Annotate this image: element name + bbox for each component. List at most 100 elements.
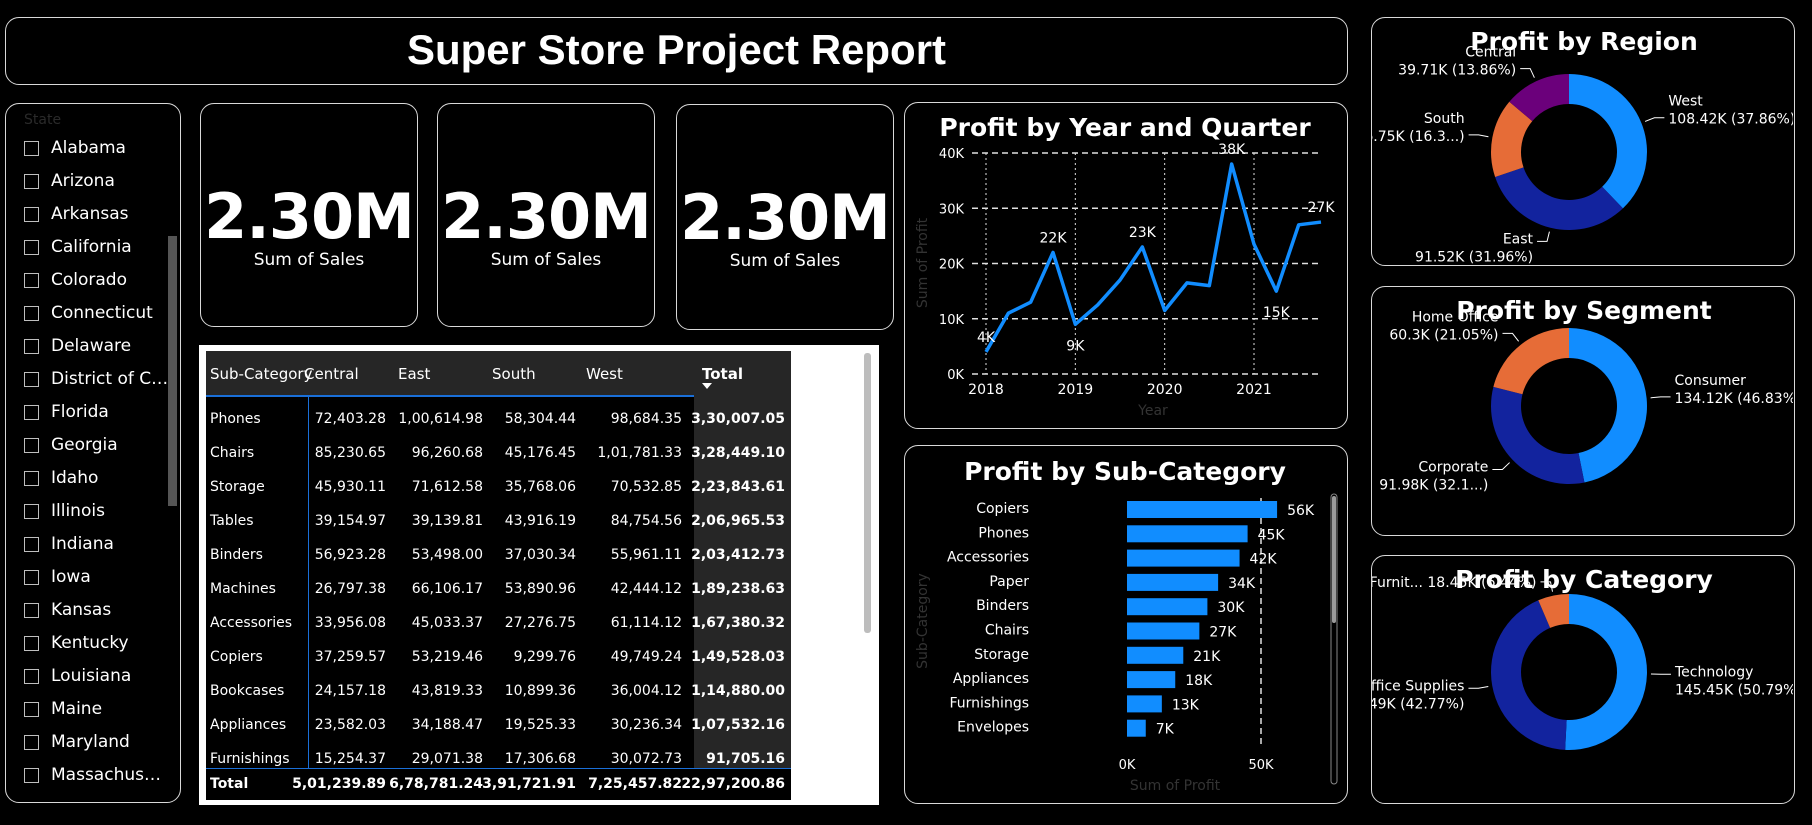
table-cell: 53,498.00 [411,547,483,563]
slicer-item[interactable]: Delaware [24,331,131,361]
slicer-item[interactable]: Florida [24,397,109,427]
bar[interactable] [1127,598,1208,616]
checkbox[interactable] [24,404,39,420]
donut-slice[interactable] [1569,328,1647,483]
slicer-item[interactable]: Idaho [24,463,98,493]
bar[interactable] [1127,671,1176,689]
category-donut-chart[interactable]: Profit by CategoryTechnology145.45K (50.… [1372,556,1793,802]
bar[interactable] [1127,501,1278,518]
slicer-item[interactable]: Georgia [24,430,118,460]
column-header[interactable]: East [398,365,430,383]
checkbox[interactable] [24,305,39,321]
bar[interactable] [1127,695,1162,713]
table-row[interactable]: Storage 45,930.11 71,612.58 35,768.06 70,532… [206,471,791,505]
table-row[interactable]: Tables 39,154.97 39,139.81 43,916.19 84,754.… [206,505,791,539]
table-cell: 1,89,238.63 [691,581,785,597]
checkbox[interactable] [24,239,39,255]
column-header[interactable]: West [586,365,623,383]
table-row[interactable]: Chairs 85,230.65 96,260.68 45,176.45 1,01,78… [206,437,791,471]
matrix-scrollbar[interactable] [864,353,871,633]
checkbox[interactable] [24,767,39,783]
slicer-item[interactable]: Maine [24,694,102,724]
slicer-item[interactable]: Arkansas [24,199,129,229]
table-cell: 1,07,532.16 [691,717,785,733]
donut-slice[interactable] [1493,328,1569,395]
slicer-item[interactable]: Iowa [24,562,91,592]
bar[interactable] [1127,622,1200,640]
segment-donut-chart[interactable]: Profit by SegmentConsumer134.12K (46.83%… [1372,287,1793,534]
table-row[interactable]: Machines 26,797.38 66,106.17 53,890.96 42,44… [206,573,791,607]
checkbox[interactable] [24,635,39,651]
y-tick-label: 30K [939,202,965,217]
checkbox[interactable] [24,338,39,354]
table-row[interactable]: Binders 56,923.28 53,498.00 37,030.34 55,961… [206,539,791,573]
slicer-item-label: Iowa [51,567,91,587]
slicer-item[interactable]: Alabama [24,133,126,163]
slicer-item-label: Kentucky [51,633,129,653]
profit-matrix-table[interactable]: Sub-Category Central East South West Total Ph… [199,345,879,805]
slicer-item[interactable]: Maryland [24,727,130,757]
checkbox[interactable] [24,569,39,585]
bar[interactable] [1127,525,1248,543]
slicer-item[interactable]: Connecticut [24,298,153,328]
checkbox[interactable] [24,272,39,288]
profit-line-series[interactable] [984,162,1322,353]
checkbox[interactable] [24,701,39,717]
column-header[interactable]: Sub-Category [210,365,312,383]
slicer-item-label: Connecticut [51,303,153,323]
checkbox[interactable] [24,371,39,387]
checkbox[interactable] [24,734,39,750]
category-label: Copiers [976,501,1029,517]
table-row[interactable]: Phones 72,403.28 1,00,614.98 58,304.44 98,68… [206,403,791,437]
table-cell: 45,033.37 [411,615,483,631]
bar[interactable] [1127,549,1240,567]
bar-chart[interactable]: Profit by Sub-Category Copiers 56K Phones 45… [905,446,1346,802]
slicer-item-label: Georgia [51,435,118,455]
region-donut-chart[interactable]: Profit by RegionWest108.42K (37.86%)East… [1372,18,1793,264]
checkbox[interactable] [24,437,39,453]
bar[interactable] [1127,719,1146,737]
column-header[interactable]: Central [304,365,359,383]
donut-slice[interactable] [1569,74,1647,209]
checkbox[interactable] [24,602,39,618]
checkbox[interactable] [24,470,39,486]
table-cell: 10,899.36 [504,683,576,699]
slicer-item[interactable]: Illinois [24,496,105,526]
column-header[interactable]: South [492,365,536,383]
slicer-item[interactable]: District of Co... [24,364,171,394]
checkbox[interactable] [24,173,39,189]
slicer-item[interactable]: Louisiana [24,661,131,691]
bar[interactable] [1127,573,1219,591]
table-row[interactable]: Appliances 23,582.03 34,188.47 19,525.33 30,… [206,709,791,743]
line-chart[interactable]: Profit by Year and Quarter 0K 10K 20K 30K 40K… [905,103,1346,427]
slicer-item[interactable]: Kansas [24,595,111,625]
slicer-item[interactable]: Colorado [24,265,127,295]
category-label: Appliances [953,671,1029,687]
checkbox[interactable] [24,140,39,156]
table-row[interactable]: Accessories 33,956.08 45,033.37 27,276.75 61… [206,607,791,641]
checkbox[interactable] [24,503,39,519]
donut-slice[interactable] [1565,594,1647,750]
profit-by-category-panel: Profit by Category Technology 145.45K (50.… [1371,555,1795,804]
table-row[interactable]: Bookcases 24,157.18 43,819.33 10,899.36 36,0… [206,675,791,709]
slicer-item[interactable]: Indiana [24,529,114,559]
donut-slice[interactable] [1491,386,1585,484]
state-slicer[interactable]: State Alabama Arizona Arkansas California Co… [5,103,181,803]
chart-scrollbar-thumb[interactable] [1332,496,1336,623]
checkbox[interactable] [24,536,39,552]
table-row[interactable]: Copiers 37,259.57 53,219.46 9,299.76 49,749.… [206,641,791,675]
column-header[interactable]: Total [702,365,743,383]
slicer-item[interactable]: Arizona [24,166,115,196]
slicer-item[interactable]: California [24,232,132,262]
category-label: Envelopes [957,720,1029,736]
slicer-scrollbar[interactable] [168,236,177,506]
table-cell: 23,582.03 [314,717,386,733]
slicer-item[interactable]: Kentucky [24,628,129,658]
donut-slice[interactable] [1495,167,1623,230]
sort-descending-icon[interactable] [702,383,712,389]
checkbox[interactable] [24,668,39,684]
table-cell: 91,705.16 [706,751,785,767]
bar[interactable] [1127,646,1184,664]
slicer-item[interactable]: Massachusetts [24,760,171,790]
checkbox[interactable] [24,206,39,222]
